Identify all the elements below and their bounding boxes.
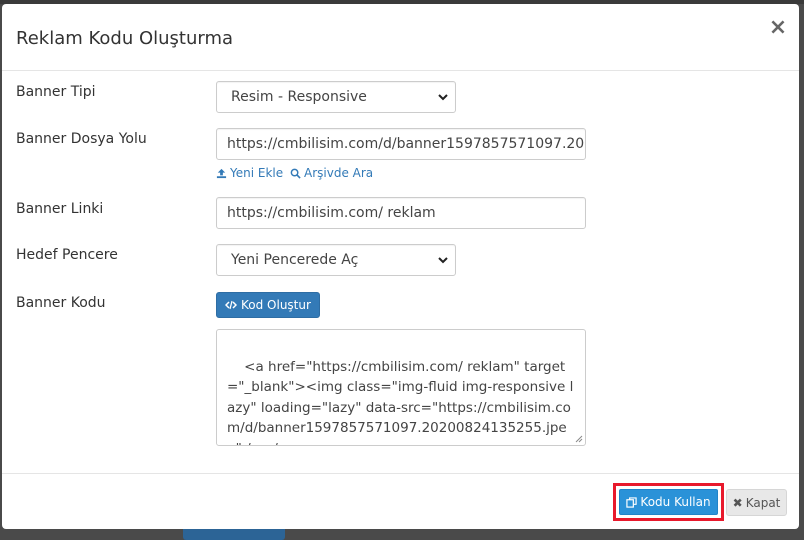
chevron-down-icon [438,257,448,264]
banner-kodu-value: <a href="https://cmbilisim.com/ reklam" … [227,358,574,446]
close-icon: ✖ [732,495,743,510]
copy-icon [626,496,638,508]
banner-tipi-select[interactable]: Resim - Responsive [216,81,456,113]
banner-kodu-label: Banner Kodu [16,295,106,311]
banner-tipi-label: Banner Tipi [16,84,96,100]
hedef-pencere-value: Yeni Pencerede Aç [231,252,359,268]
code-icon [225,300,237,310]
banner-linki-value: https://cmbilisim.com/ reklam [227,205,436,221]
kod-olustur-label: Kod Oluştur [241,298,311,312]
kodu-kullan-label: Kodu Kullan [640,495,711,509]
banner-tipi-value: Resim - Responsive [231,89,367,105]
kapat-button[interactable]: ✖ Kapat [726,489,787,516]
banner-dosya-yolu-value: https://cmbilisim.com/d/banner1597857571… [227,136,586,152]
kodu-kullan-button[interactable]: Kodu Kullan [619,489,718,515]
resize-grip-icon[interactable] [575,435,583,443]
kapat-label: Kapat [745,495,781,510]
kod-olustur-button[interactable]: Kod Oluştur [216,292,320,318]
highlight-frame: Kodu Kullan [613,483,724,521]
banner-dosya-yolu-label: Banner Dosya Yolu [16,131,147,147]
hedef-pencere-select[interactable]: Yeni Pencerede Aç [216,244,456,276]
yeni-ekle-label: Yeni Ekle [230,166,284,180]
upload-icon [216,168,227,178]
hedef-pencere-label: Hedef Pencere [16,247,118,263]
modal-footer: Kodu Kullan ✖ Kapat [2,473,799,529]
reklam-kodu-modal: Reklam Kodu Oluşturma × Banner Tipi Resi… [2,4,799,529]
banner-kodu-textarea[interactable]: <a href="https://cmbilisim.com/ reklam" … [216,329,586,446]
close-icon: × [768,15,788,40]
banner-dosya-yolu-input[interactable]: https://cmbilisim.com/d/banner1597857571… [216,128,586,160]
search-icon [290,168,301,179]
modal-title: Reklam Kodu Oluşturma [16,28,234,49]
close-button[interactable]: × [767,17,789,39]
banner-linki-input[interactable]: https://cmbilisim.com/ reklam [216,197,586,229]
banner-linki-label: Banner Linki [16,201,104,217]
yeni-ekle-link[interactable]: Yeni Ekle [216,166,283,180]
arsivde-ara-label: Arşivde Ara [304,166,374,180]
modal-header: Reklam Kodu Oluşturma × [2,4,799,71]
background-button [183,528,285,540]
arsivde-ara-link[interactable]: Arşivde Ara [290,166,373,180]
chevron-down-icon [438,94,448,101]
